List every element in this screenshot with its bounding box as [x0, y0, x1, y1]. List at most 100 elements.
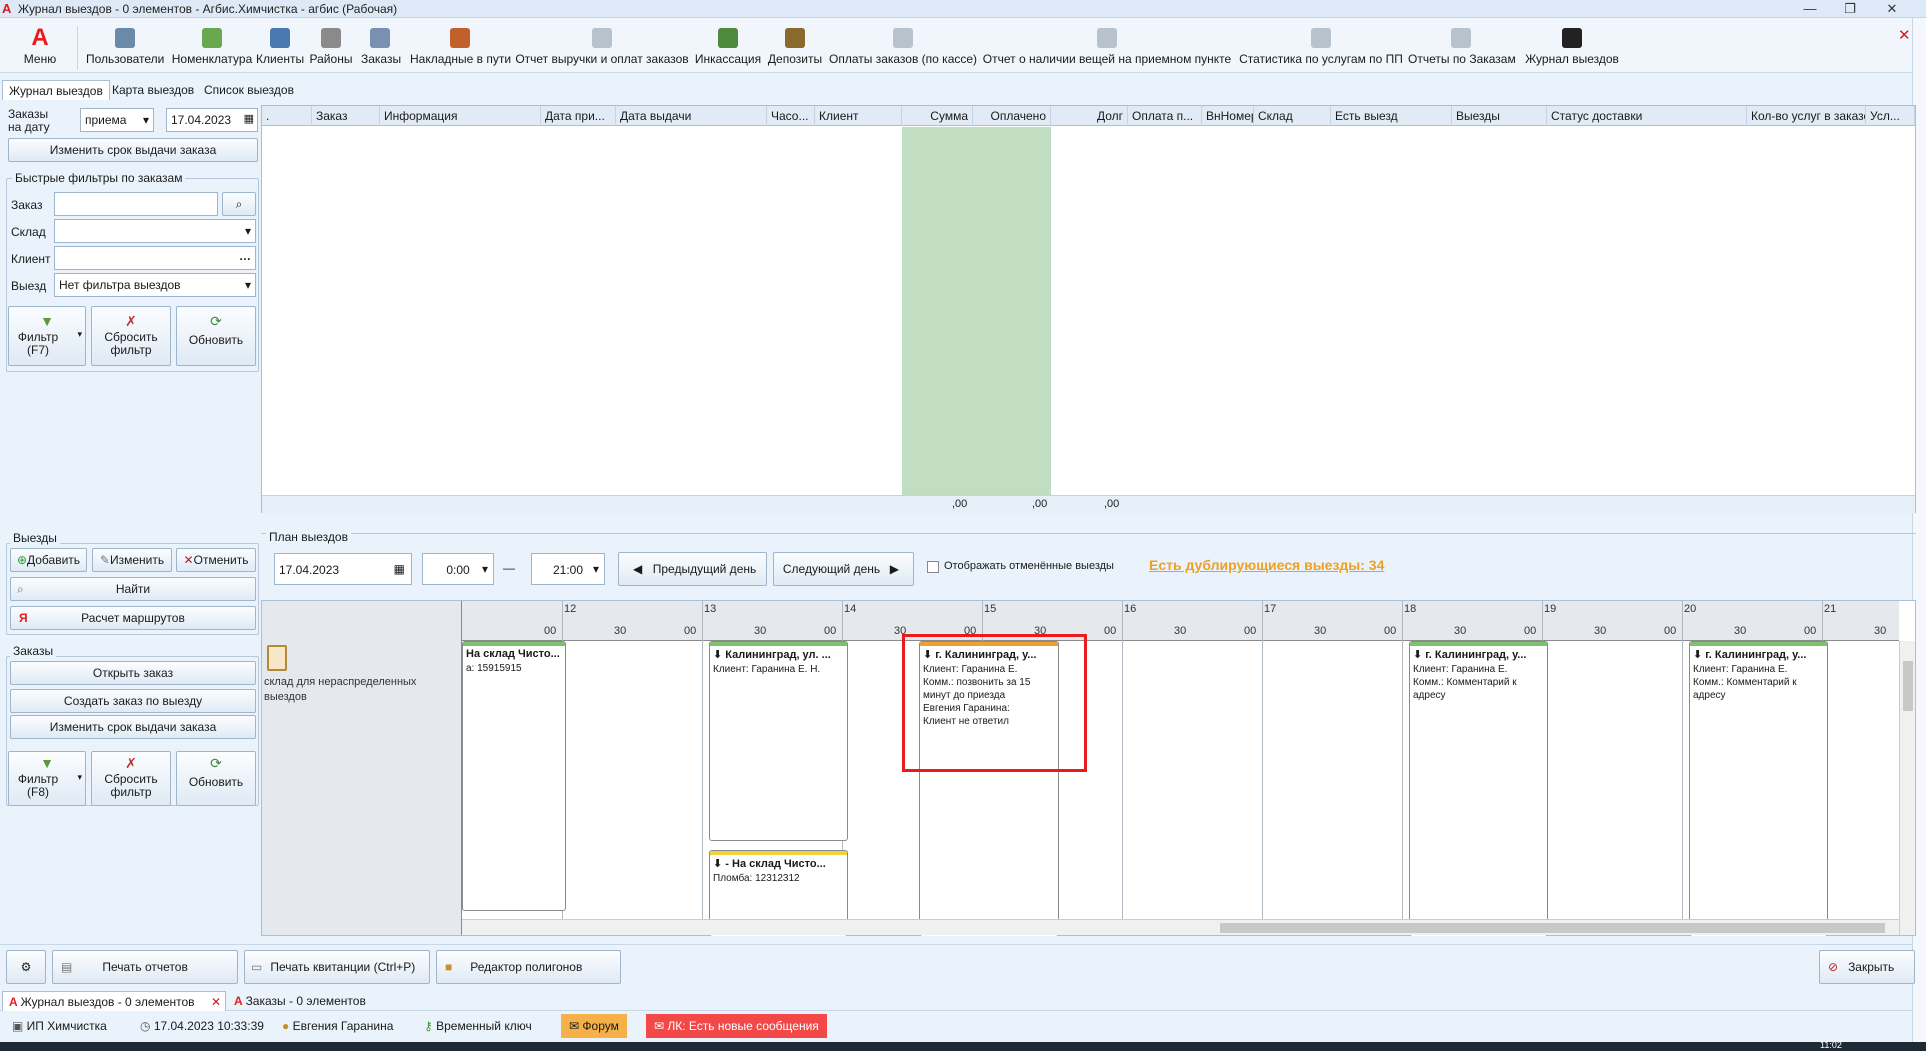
route-calc-button[interactable]: Я Расчет маршрутов — [10, 606, 256, 630]
next-day-button[interactable]: Следующий день ▶ — [773, 552, 914, 586]
scroll-thumb[interactable] — [1220, 923, 1885, 933]
ribbon-item-9[interactable]: Депозиты — [766, 22, 824, 72]
calendar-icon[interactable]: ▦ — [394, 562, 405, 576]
date-type-select[interactable]: приема ▾ — [80, 108, 154, 132]
column-header[interactable]: . — [262, 106, 312, 126]
column-header[interactable]: Кол-во услуг в заказе — [1747, 106, 1866, 126]
tab-journal[interactable]: Журнал выездов — [2, 80, 110, 100]
show-cancelled-checkbox[interactable] — [927, 561, 939, 573]
add-trip-button[interactable]: ⊕Добавить — [10, 548, 87, 572]
change-deadline-button-2[interactable]: Изменить срок выдачи заказа — [10, 715, 256, 739]
order-filter-input[interactable] — [54, 192, 218, 216]
vertical-scrollbar[interactable] — [1899, 641, 1915, 935]
change-deadline-button[interactable]: Изменить срок выдачи заказа — [8, 138, 258, 162]
column-header[interactable]: Оплачено — [973, 106, 1051, 126]
duplicates-link[interactable]: Есть дублирующиеся выезды: 34 — [1149, 557, 1384, 573]
time-to-select[interactable]: 21:00 ▾ — [531, 553, 605, 585]
trip-filter-select[interactable]: Нет фильтра выездов ▾ — [54, 273, 256, 297]
close-icon[interactable]: ✕ — [211, 995, 221, 1009]
forum-link[interactable]: ✉ Форум — [561, 1014, 627, 1038]
reset-filter-button-2[interactable]: ✗ Сбросить фильтр — [91, 751, 171, 806]
trip-card[interactable]: ⬇ г. Калининград, у... Клиент: Гаранина … — [1689, 641, 1828, 936]
doc-tab-orders[interactable]: A Заказы - 0 элементов — [228, 991, 372, 1011]
minimize-button[interactable]: — — [1790, 0, 1830, 18]
ribbon-item-10[interactable]: Оплаты заказов (по кассе) — [829, 22, 977, 72]
column-header[interactable]: Долг — [1051, 106, 1128, 126]
app-logo-icon: A — [2, 1, 12, 16]
filter-f8-button[interactable]: ▼ Фильтр (F8) ▾ — [8, 751, 86, 806]
plan-date-input[interactable]: 17.04.2023 ▦ — [274, 553, 412, 585]
ribbon-item-1[interactable]: Пользователи — [86, 22, 164, 72]
ribbon-item-5[interactable]: Заказы — [361, 22, 401, 72]
column-header[interactable]: Дата выдачи — [616, 106, 767, 126]
column-header[interactable]: ВнНомер — [1202, 106, 1254, 126]
total-debt: ,00 — [1104, 498, 1120, 510]
column-header[interactable]: Сумма — [902, 106, 973, 126]
dropdown-arrow-icon[interactable]: ▾ — [77, 329, 82, 340]
ribbon-separator — [77, 26, 78, 70]
dropdown-arrow-icon[interactable]: ▾ — [77, 772, 82, 783]
filter-f7-button[interactable]: ▼ Фильтр (F7) ▾ — [8, 306, 86, 366]
scheduler[interactable]: склад для нераспределенных выездов На ск… — [261, 600, 1916, 936]
edit-trip-button[interactable]: ✎Изменить — [92, 548, 172, 572]
trip-card[interactable]: На склад Чисто... а: 15915915 — [462, 641, 566, 911]
column-header[interactable]: Оплата п... — [1128, 106, 1202, 126]
cancel-trip-button[interactable]: ✕Отменить — [176, 548, 256, 572]
polygon-editor-button[interactable]: ■ Редактор полигонов — [436, 950, 621, 984]
orders-grid[interactable]: . Заказ Информация Дата при... Дата выдачи Ча… — [261, 105, 1916, 513]
refresh-button[interactable]: ⟳ Обновить — [176, 306, 256, 366]
client-input[interactable]: … — [54, 246, 256, 270]
open-order-button[interactable]: Открыть заказ — [10, 661, 256, 685]
ribbon-item-2[interactable]: Номенклатура — [171, 22, 253, 72]
print-reports-button[interactable]: ▤ Печать отчетов — [52, 950, 238, 984]
tab-map[interactable]: Карта выездов — [106, 80, 200, 100]
settings-button[interactable]: ⚙ — [6, 950, 46, 984]
calendar-icon[interactable]: ▦ — [244, 112, 254, 125]
window-title: Журнал выездов - 0 элементов - Агбис.Хим… — [18, 2, 398, 16]
ribbon-item-11[interactable]: Отчет о наличии вещей на приемном пункте — [981, 22, 1233, 72]
refresh-button-2[interactable]: ⟳ Обновить — [176, 751, 256, 806]
column-header[interactable]: Часо... — [767, 106, 815, 126]
ellipsis-icon[interactable]: … — [239, 249, 251, 263]
prev-day-button[interactable]: ◀ Предыдущий день — [618, 552, 767, 586]
close-button[interactable]: ⊘ Закрыть — [1819, 950, 1915, 984]
menu-button[interactable]: A Меню — [20, 22, 60, 72]
ribbon-item-6[interactable]: Накладные в пути — [410, 22, 511, 72]
column-header[interactable]: Заказ — [312, 106, 380, 126]
date-input[interactable]: 17.04.2023 ▦ — [166, 108, 258, 132]
trip-card[interactable]: ⬇ Калининград, ул. ... Клиент: Гаранина … — [709, 641, 848, 841]
find-trip-button[interactable]: ⌕ Найти — [10, 577, 256, 601]
column-header[interactable]: Есть выезд — [1331, 106, 1452, 126]
scroll-thumb[interactable] — [1903, 661, 1913, 711]
ribbon-item-7[interactable]: Отчет выручки и оплат заказов — [514, 22, 690, 72]
column-header[interactable]: Статус доставки — [1547, 106, 1747, 126]
chevron-down-icon: ▾ — [142, 113, 149, 127]
ribbon-item-4[interactable]: Районы — [307, 22, 355, 72]
column-header[interactable]: Склад — [1254, 106, 1331, 126]
column-header[interactable]: Дата при... — [541, 106, 616, 126]
time-from-select[interactable]: 0:00 ▾ — [422, 553, 494, 585]
doc-tab-journal[interactable]: A Журнал выездов - 0 элементов ✕ — [2, 991, 226, 1011]
ribbon-item-12[interactable]: Статистика по услугам по ПП — [1238, 22, 1404, 72]
ribbon-item-13[interactable]: Отчеты по Заказам — [1408, 22, 1516, 72]
ribbon-item-3[interactable]: Клиенты — [256, 22, 304, 72]
print-receipt-button[interactable]: ▭ Печать квитанции (Ctrl+P) — [244, 950, 430, 984]
order-search-button[interactable]: ⌕ — [222, 192, 256, 216]
warehouse-select[interactable]: ▾ — [54, 219, 256, 243]
ribbon-item-8[interactable]: Инкассация — [694, 22, 762, 72]
horizontal-scrollbar[interactable] — [462, 919, 1899, 935]
column-header[interactable]: Клиент — [815, 106, 902, 126]
create-order-button[interactable]: Создать заказ по выезду — [10, 689, 256, 713]
key-icon: ⚷ — [424, 1019, 437, 1033]
trip-card[interactable]: ⬇ г. Калининград, у... Клиент: Гаранина … — [1409, 641, 1548, 936]
column-header[interactable]: Выезды — [1452, 106, 1547, 126]
tab-list[interactable]: Список выездов — [198, 80, 300, 100]
reset-filter-button[interactable]: ✗ Сбросить фильтр — [91, 306, 171, 366]
close-tab-icon[interactable]: ✕ — [1898, 26, 1911, 44]
column-header[interactable]: Информация — [380, 106, 541, 126]
messages-link[interactable]: ✉ ЛК: Есть новые сообщения — [646, 1014, 827, 1038]
maximize-button[interactable]: ❐ — [1830, 0, 1870, 18]
column-header[interactable]: Усл... — [1866, 106, 1915, 126]
close-window-button[interactable]: ✕ — [1872, 0, 1912, 18]
ribbon-item-14[interactable]: Журнал выездов — [1522, 22, 1622, 72]
